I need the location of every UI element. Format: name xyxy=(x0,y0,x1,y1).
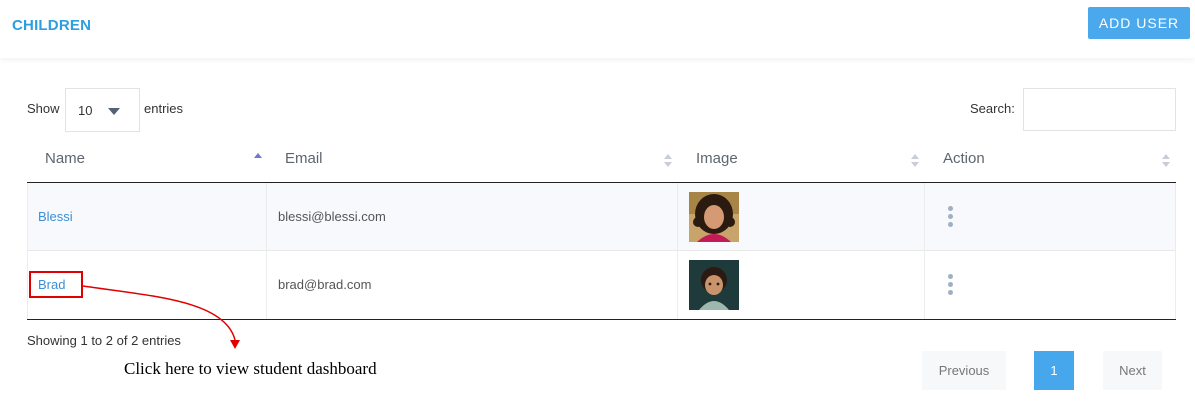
child-email: brad@brad.com xyxy=(278,277,372,292)
show-label: Show xyxy=(27,101,60,116)
sort-both-icon[interactable] xyxy=(1162,154,1170,168)
table-row: Blessi blessi@blessi.com xyxy=(27,183,1176,251)
page-length-value: 10 xyxy=(78,103,93,118)
next-page-button[interactable]: Next xyxy=(1103,351,1162,390)
children-table: Blessi blessi@blessi.com Brad brad@brad.… xyxy=(27,182,1176,320)
sort-both-icon[interactable] xyxy=(664,154,672,168)
child-avatar xyxy=(689,192,739,242)
column-header-action[interactable]: Action xyxy=(943,150,985,167)
sort-ascending-icon[interactable] xyxy=(254,150,262,164)
row-actions-menu-icon[interactable] xyxy=(947,274,955,296)
table-row: Brad brad@brad.com xyxy=(27,251,1176,319)
child-avatar xyxy=(689,260,739,310)
entries-label: entries xyxy=(144,101,184,116)
row-actions-menu-icon[interactable] xyxy=(947,206,955,228)
previous-page-button[interactable]: Previous xyxy=(922,351,1006,390)
table-info: Showing 1 to 2 of 2 entries xyxy=(27,333,181,348)
search-input[interactable] xyxy=(1023,88,1176,131)
add-user-button[interactable]: ADD USER xyxy=(1088,7,1190,39)
column-header-name[interactable]: Name xyxy=(45,150,85,167)
caret-down-icon xyxy=(108,108,120,115)
annotation-text: Click here to view student dashboard xyxy=(124,359,377,378)
child-email: blessi@blessi.com xyxy=(278,209,386,224)
top-bar: CHILDREN ADD USER xyxy=(0,0,1195,58)
search-label: Search: xyxy=(970,101,1015,116)
page-title: CHILDREN xyxy=(12,17,92,34)
column-header-email[interactable]: Email xyxy=(285,150,323,167)
highlight-box xyxy=(29,271,83,298)
page-1-button[interactable]: 1 xyxy=(1034,351,1074,390)
child-name-link[interactable]: Blessi xyxy=(38,209,73,224)
page-length-select[interactable]: 10 xyxy=(65,88,140,132)
column-header-image[interactable]: Image xyxy=(696,150,738,167)
sort-both-icon[interactable] xyxy=(911,154,919,168)
